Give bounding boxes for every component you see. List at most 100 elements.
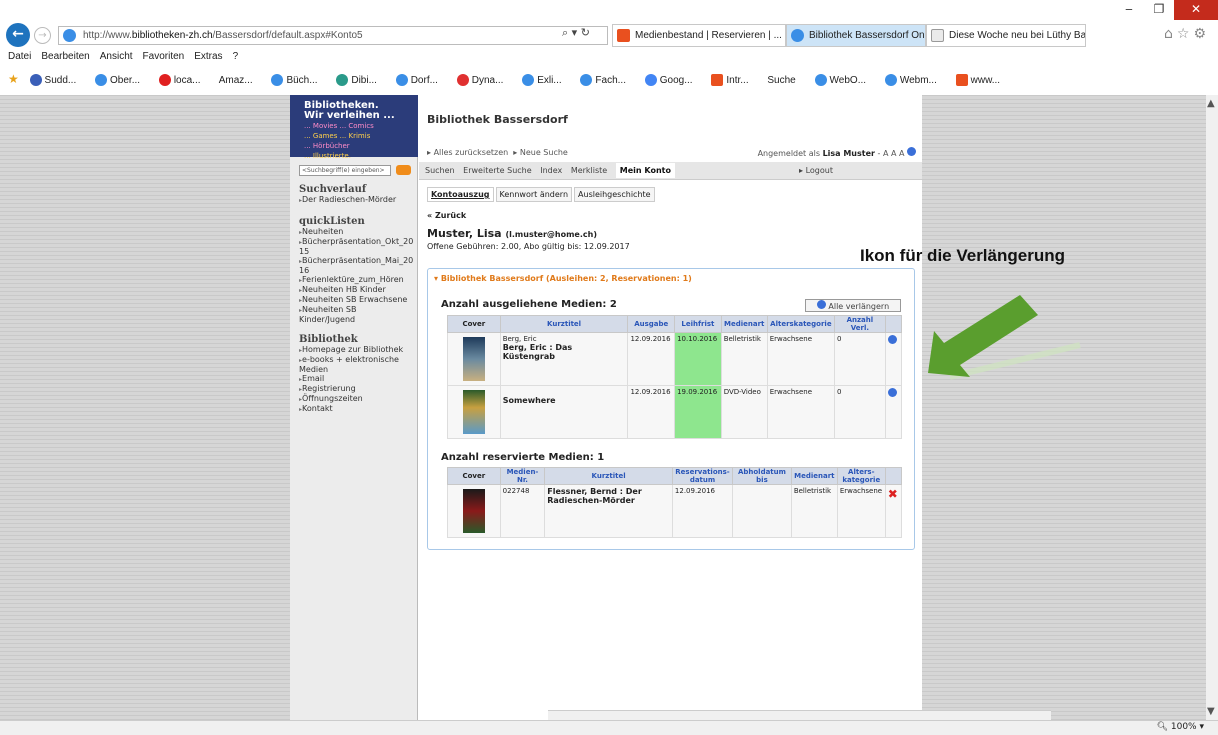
tab-bibliothek-active[interactable]: Bibliothek Bassersdorf Onli...: [786, 24, 926, 47]
res-alter: Erwachsene: [836, 484, 886, 538]
col-reservationsdatum[interactable]: Reservations-datum: [671, 467, 734, 485]
fav-item[interactable]: Ober...: [95, 74, 148, 87]
tab-kennwort[interactable]: Kennwort ändern: [495, 187, 573, 202]
col-alterskategorie[interactable]: Alterskategorie: [766, 315, 836, 333]
fav-item[interactable]: Dibi...: [336, 74, 385, 87]
menu-item-bearbeiten[interactable]: Bearbeiten: [41, 51, 89, 62]
fav-item[interactable]: Sudd...: [29, 74, 85, 87]
refresh-icon[interactable]: ↻: [581, 26, 590, 39]
maximize-icon[interactable]: ❐: [1144, 0, 1174, 20]
scroll-up-icon[interactable]: ▲: [1207, 98, 1215, 109]
nav-mein-konto[interactable]: Mein Konto: [615, 163, 675, 178]
book-cover[interactable]: [462, 489, 485, 533]
reset-all-link[interactable]: Alles zurücksetzen: [434, 148, 509, 157]
quicklist-item[interactable]: Ferienlektüre_zum_Hören: [299, 275, 415, 285]
fav-item[interactable]: loca...: [158, 74, 209, 87]
res-title[interactable]: Flessner, Bernd : Der Radieschen-Mörder: [544, 484, 673, 538]
tab-ausleihgeschichte[interactable]: Ausleihgeschichte: [574, 187, 655, 202]
menu-item-ansicht[interactable]: Ansicht: [100, 51, 133, 62]
menu-item-datei[interactable]: Datei: [8, 51, 31, 62]
quicklist-item[interactable]: Bücherpräsentation_Okt_20 15: [299, 237, 415, 256]
col-ausgabe[interactable]: Ausgabe: [627, 315, 676, 333]
library-link[interactable]: Kontakt: [299, 404, 415, 414]
logout-link[interactable]: ▸ Logout: [799, 162, 839, 180]
nav-suchen[interactable]: Suchen: [425, 166, 455, 175]
library-link[interactable]: Öffnungszeiten: [299, 394, 415, 404]
fav-item[interactable]: Webm...: [884, 74, 945, 87]
fav-item[interactable]: Fach...: [580, 74, 634, 87]
fav-label: Amaz...: [218, 75, 253, 86]
loan-title[interactable]: Somewhere: [503, 396, 626, 405]
nav-erweiterte-suche[interactable]: Erweiterte Suche: [463, 166, 532, 175]
fav-item[interactable]: Büch...: [271, 74, 325, 87]
fav-item[interactable]: Suche: [767, 75, 803, 86]
site-search-button[interactable]: [396, 165, 411, 175]
fav-item[interactable]: Dorf...: [395, 74, 446, 87]
site-search-input[interactable]: <Suchbegriff(e) eingeben>: [299, 165, 391, 176]
fav-item[interactable]: Dyna...: [456, 74, 512, 87]
col-alterskategorie[interactable]: Alters-kategorie: [836, 467, 886, 485]
address-bar[interactable]: http://www.bibliotheken-zh.ch/Bassersdor…: [58, 26, 608, 45]
library-link[interactable]: Registrierung: [299, 384, 415, 394]
font-size-controls[interactable]: - A A A: [878, 149, 905, 158]
col-abholdatum[interactable]: Abholdatum bis: [732, 467, 792, 485]
fav-item[interactable]: Exli...: [522, 74, 569, 87]
history-item[interactable]: Der Radieschen-Mörder: [299, 195, 415, 205]
menu-item-favoriten[interactable]: Favoriten: [143, 51, 185, 62]
fav-item[interactable]: www...: [955, 74, 1008, 87]
col-medienart[interactable]: Medienart: [720, 315, 768, 333]
box-header[interactable]: ▾ Bibliothek Bassersdorf (Ausleihen: 2, …: [434, 274, 692, 283]
loan-anzahl: 0: [834, 332, 886, 386]
user-email: (l.muster@home.ch): [505, 230, 597, 239]
library-link[interactable]: Homepage zur Bibliothek: [299, 345, 415, 355]
scroll-down-icon[interactable]: ▼: [1207, 706, 1215, 717]
delete-reservation-icon[interactable]: ✖: [888, 487, 898, 501]
vertical-scrollbar[interactable]: ▲ ▼: [1206, 95, 1218, 720]
col-kurztitel[interactable]: Kurztitel: [544, 467, 673, 485]
quicklist-item[interactable]: Neuheiten SB Kinder/Jugend: [299, 305, 415, 324]
renew-icon[interactable]: [887, 335, 897, 344]
menu-item-extras[interactable]: Extras: [194, 51, 222, 62]
tab-medienbestand[interactable]: Medienbestand | Reservieren | ...: [612, 24, 786, 47]
quicklist-item[interactable]: Neuheiten: [299, 227, 415, 237]
close-icon[interactable]: ✕: [1174, 0, 1218, 20]
library-link[interactable]: Email: [299, 374, 415, 384]
horizontal-scrollbar[interactable]: [548, 710, 1051, 720]
fav-item[interactable]: Goog...: [644, 74, 701, 87]
zoom-control[interactable]: 🔍︎ 100% ▾: [1157, 722, 1204, 732]
nav-merkliste[interactable]: Merkliste: [571, 166, 607, 175]
book-cover[interactable]: [462, 337, 485, 381]
col-anzahl-verl[interactable]: Anzahl Verl.: [834, 315, 886, 333]
dropdown-icon[interactable]: ▾: [572, 26, 578, 39]
fav-item[interactable]: Amaz...: [219, 75, 261, 86]
quicklist-item[interactable]: Neuheiten SB Erwachsene: [299, 295, 415, 305]
help-icon[interactable]: [907, 147, 916, 156]
dvd-cover[interactable]: [462, 390, 485, 434]
search-icon[interactable]: ⌕: [562, 26, 568, 39]
col-medienart[interactable]: Medienart: [790, 467, 838, 485]
col-leihfrist[interactable]: Leihfrist: [674, 315, 722, 333]
library-link[interactable]: e-books + elektronische Medien: [299, 355, 415, 374]
loan-title[interactable]: Berg, Eric : Das Küstengrab: [503, 343, 626, 361]
new-search-link[interactable]: Neue Suche: [520, 148, 568, 157]
quicklist-item[interactable]: Bücherpräsentation_Mai_20 16: [299, 256, 415, 275]
fav-item[interactable]: Intr...: [711, 74, 756, 87]
forward-arrow-icon[interactable]: →: [34, 27, 51, 44]
col-kurztitel[interactable]: Kurztitel: [499, 315, 629, 333]
star-icon[interactable]: ☆: [1177, 26, 1194, 42]
col-medien-nr[interactable]: Medien-Nr.: [499, 467, 546, 485]
home-icon[interactable]: ⌂: [1164, 26, 1177, 42]
fav-item[interactable]: WebO...: [814, 74, 875, 87]
gear-icon[interactable]: ⚙: [1193, 26, 1210, 42]
menu-item-help[interactable]: ?: [233, 51, 239, 62]
back-link[interactable]: « Zurück: [427, 211, 466, 220]
nav-index[interactable]: Index: [540, 166, 562, 175]
renew-all-button[interactable]: Alle verlängern: [805, 299, 901, 312]
quicklist-item[interactable]: Neuheiten HB Kinder: [299, 285, 415, 295]
renew-icon[interactable]: [887, 388, 897, 397]
minimize-icon[interactable]: ‒: [1114, 0, 1144, 20]
tab-luethy[interactable]: Diese Woche neu bei Lüthy Bal...: [926, 24, 1086, 47]
tab-kontoauszug[interactable]: Kontoauszug: [427, 187, 494, 202]
favorites-star-icon[interactable]: ★: [8, 72, 19, 86]
back-arrow-icon[interactable]: ←: [6, 23, 30, 47]
